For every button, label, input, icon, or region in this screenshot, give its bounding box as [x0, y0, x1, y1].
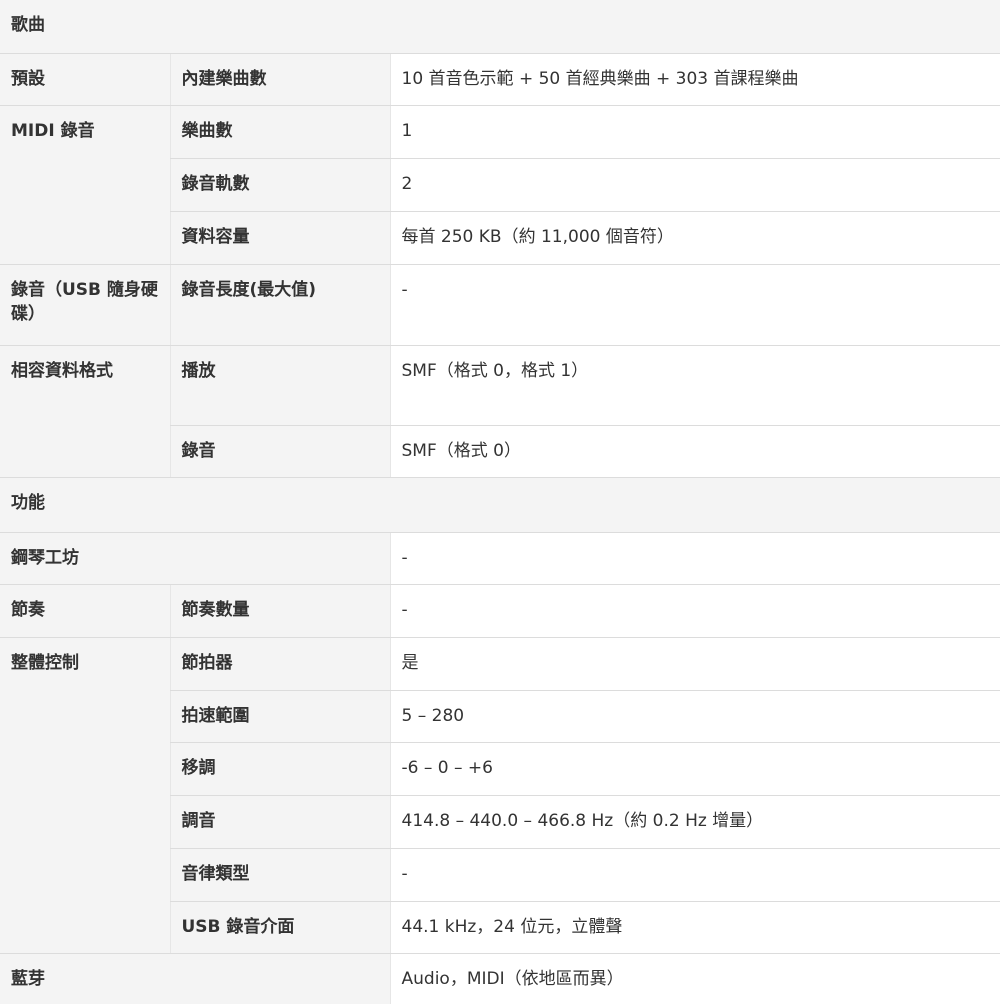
row-value-recording: SMF（格式 0）	[389, 425, 1000, 478]
row-sublabel-data-capacity: 資料容量	[169, 211, 390, 265]
row-sublabel-recording: 錄音	[169, 425, 390, 478]
row-value-bluetooth: Audio，MIDI（依地區而異）	[389, 953, 1000, 1004]
row-label-preset: 預設	[0, 53, 170, 106]
row-value-usb-audio-interface: 44.1 kHz，24 位元，立體聲	[389, 901, 1000, 954]
row-sublabel-tuning: 調音	[169, 795, 390, 849]
row-sublabel-builtin-songs: 內建樂曲數	[169, 53, 390, 106]
row-label-usb-recording: 錄音（USB 隨身硬碟）	[0, 264, 170, 346]
table-row-format-playback: 相容資料格式 播放 SMF（格式 0，格式 1）	[0, 345, 1000, 478]
row-sublabel-scale-type: 音律類型	[169, 848, 390, 902]
spec-table: 歌曲 預設 內建樂曲數 10 首音色示範 + 50 首經典樂曲 + 303 首課…	[0, 0, 1000, 1004]
row-sublabel-track-count: 錄音軌數	[169, 158, 390, 212]
row-value-data-capacity: 每首 250 KB（約 11,000 個音符）	[389, 211, 1000, 265]
row-sublabel-tempo-range: 拍速範圍	[169, 690, 390, 743]
row-value-scale-type: -	[389, 848, 1000, 902]
row-label-overall-control: 整體控制	[0, 637, 170, 954]
row-value-builtin-songs: 10 首音色示範 + 50 首經典樂曲 + 303 首課程樂曲	[389, 53, 1000, 106]
row-value-recording-length: -	[389, 264, 1000, 346]
table-row-preset: 預設 內建樂曲數 10 首音色示範 + 50 首經典樂曲 + 303 首課程樂曲	[0, 53, 1000, 106]
section-title-functions: 功能	[0, 477, 1000, 533]
table-row-usb-recording: 錄音（USB 隨身硬碟） 錄音長度(最大值) -	[0, 264, 1000, 346]
row-value-piano-room: -	[389, 532, 1000, 585]
table-row-rhythm: 節奏 節奏數量 -	[0, 584, 1000, 638]
row-sublabel-rhythm-count: 節奏數量	[169, 584, 390, 638]
section-title-songs: 歌曲	[0, 0, 1000, 54]
row-value-transpose: -6 – 0 – +6	[389, 742, 1000, 796]
row-value-track-count: 2	[389, 158, 1000, 212]
row-sublabel-metronome: 節拍器	[169, 637, 390, 691]
table-row-bluetooth: 藍芽 Audio，MIDI（依地區而異）	[0, 953, 1000, 1004]
row-sublabel-usb-audio-interface: USB 錄音介面	[169, 901, 390, 954]
row-value-playback: SMF（格式 0，格式 1）	[389, 345, 1000, 426]
row-label-piano-room: 鋼琴工坊	[0, 532, 390, 585]
row-sublabel-song-count: 樂曲數	[169, 105, 390, 159]
table-row-midi-song-count: MIDI 錄音 樂曲數 1	[0, 105, 1000, 265]
row-label-rhythm: 節奏	[0, 584, 170, 638]
row-value-metronome: 是	[389, 637, 1000, 691]
section-row-songs: 歌曲	[0, 0, 1000, 54]
row-value-tuning: 414.8 – 440.0 – 466.8 Hz（約 0.2 Hz 增量）	[389, 795, 1000, 849]
table-row-piano-room: 鋼琴工坊 -	[0, 532, 1000, 585]
row-label-midi-recording: MIDI 錄音	[0, 105, 170, 265]
table-row-metronome: 整體控制 節拍器 是	[0, 637, 1000, 954]
row-sublabel-playback: 播放	[169, 345, 390, 426]
row-label-bluetooth: 藍芽	[0, 953, 390, 1004]
row-value-tempo-range: 5 – 280	[389, 690, 1000, 743]
row-value-rhythm-count: -	[389, 584, 1000, 638]
row-value-song-count: 1	[389, 105, 1000, 159]
row-sublabel-recording-length: 錄音長度(最大值)	[169, 264, 390, 346]
row-label-compatible-format: 相容資料格式	[0, 345, 170, 478]
row-sublabel-transpose: 移調	[169, 742, 390, 796]
section-row-functions: 功能	[0, 477, 1000, 533]
